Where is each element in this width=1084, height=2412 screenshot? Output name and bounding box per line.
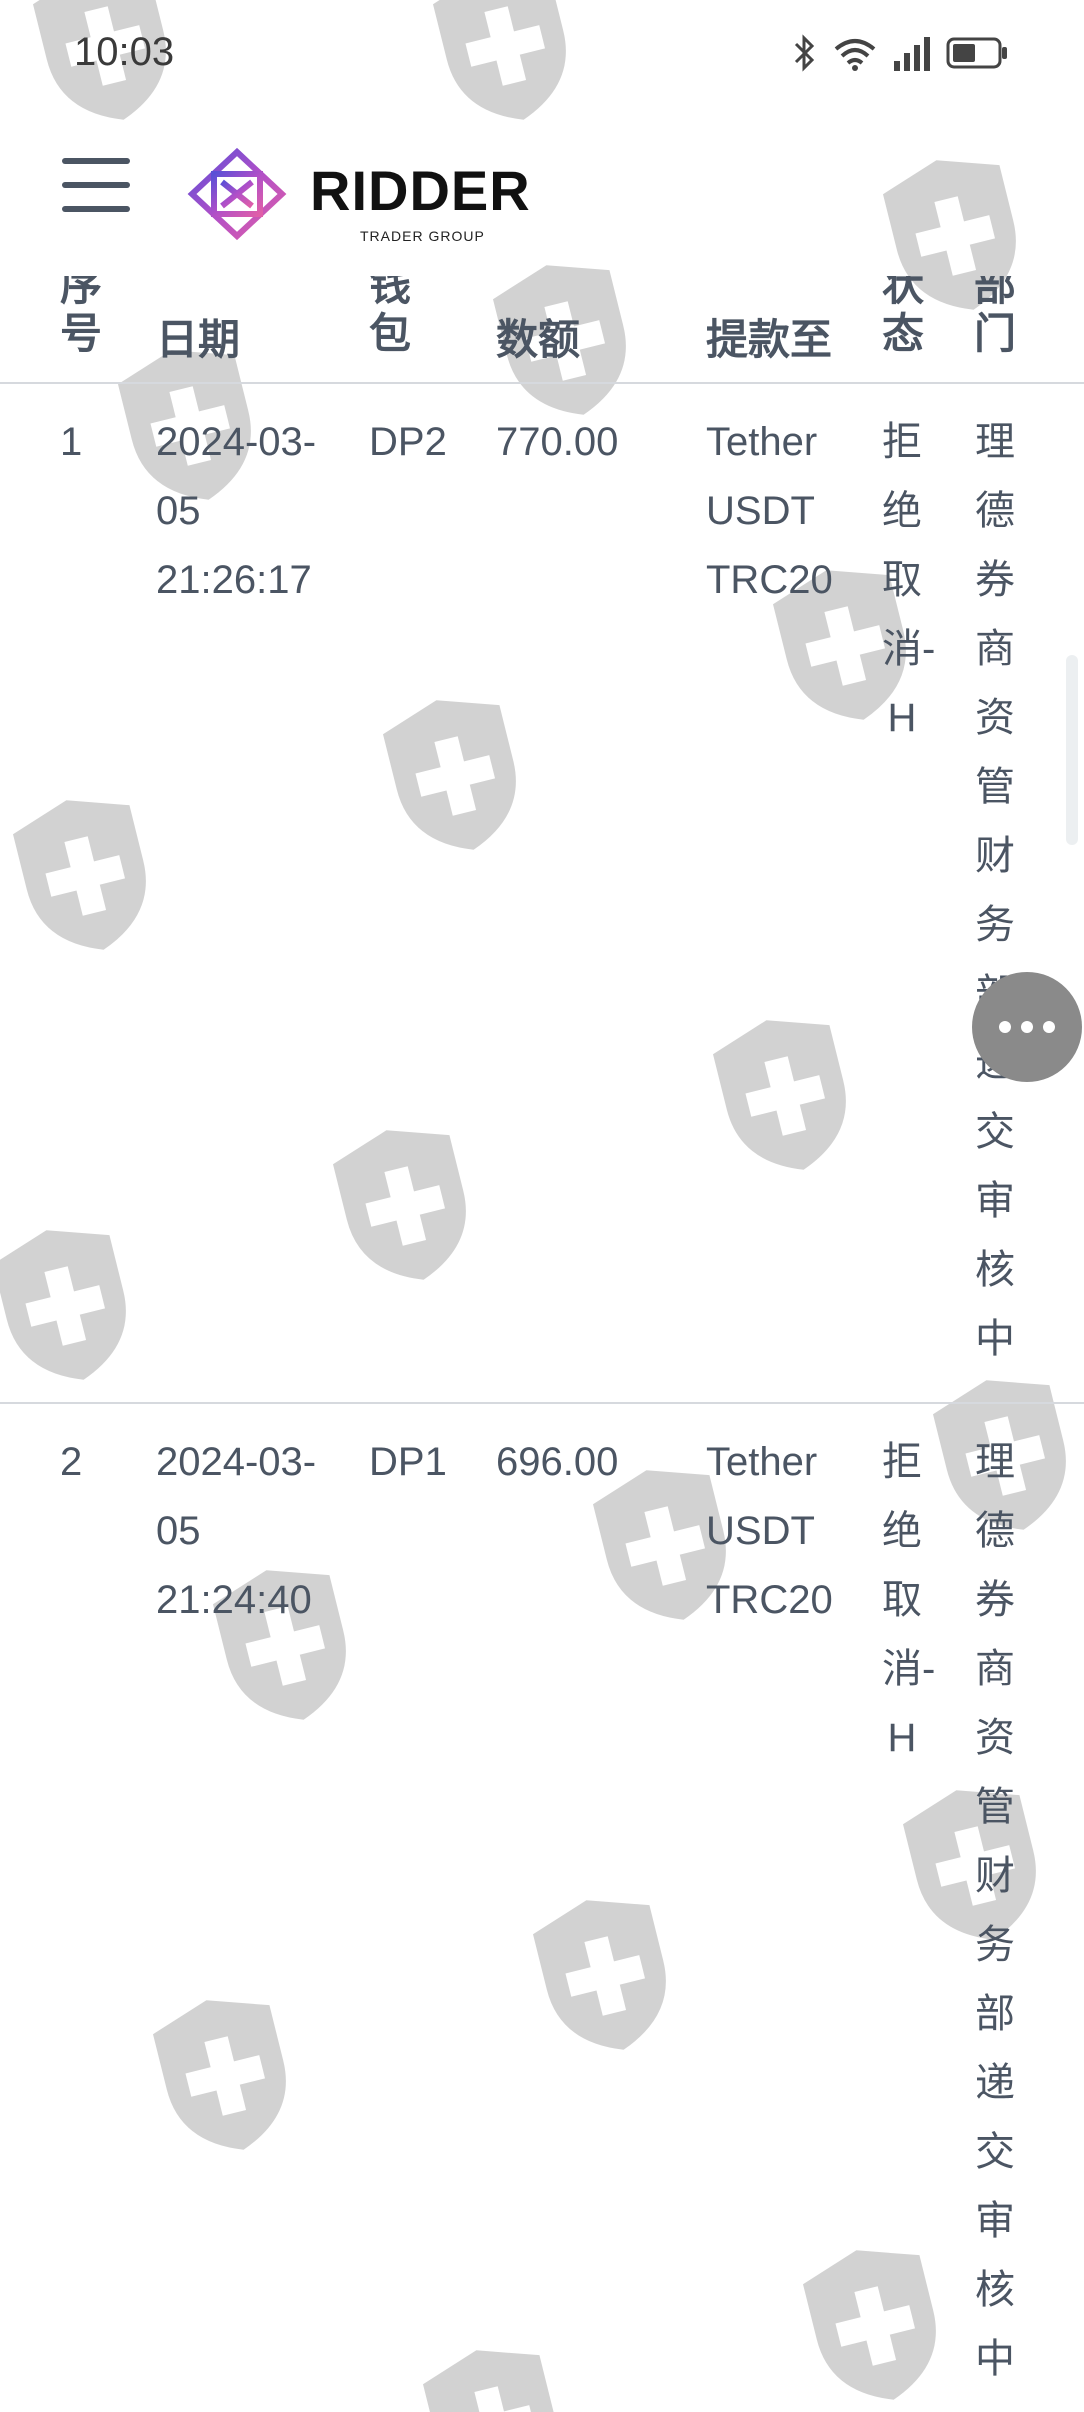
brand-tagline: TRADER GROUP	[360, 228, 485, 244]
header-amount: 数额	[496, 316, 581, 363]
cellular-signal-icon	[894, 37, 930, 71]
bluetooth-icon	[794, 34, 815, 72]
table-row[interactable]: 2 2024-03-05 21:24:40 DP1 696.00 Tether …	[0, 1404, 1084, 2412]
wifi-icon	[834, 39, 876, 71]
app-screen: 10:03 RIDDER TRADER GROUP 序号 日期 钱包 数额 提款…	[0, 0, 1084, 2412]
cell-withdraw-to: Tether USDT TRC20	[706, 420, 833, 602]
cell-wallet: DP1	[369, 1440, 447, 1484]
app-header: RIDDER TRADER GROUP	[0, 130, 1084, 260]
cell-date: 2024-03-05 21:24:40	[156, 1440, 317, 1622]
header-wallet: 钱包	[369, 276, 411, 357]
cell-date: 2024-03-05 21:26:17	[156, 420, 317, 602]
status-icons	[792, 34, 1008, 72]
cell-amount: 696.00	[496, 1440, 619, 1484]
hamburger-menu-icon[interactable]	[62, 154, 130, 216]
cell-withdraw-to: Tether USDT TRC20	[706, 1440, 833, 1622]
scrollbar[interactable]	[1066, 655, 1078, 845]
ridder-logo-mark-icon	[187, 147, 287, 241]
header-status: 状态	[882, 276, 924, 357]
cell-index: 2	[60, 1440, 83, 1484]
header-index: 序号	[60, 276, 102, 357]
battery-icon	[946, 37, 1007, 69]
cell-amount: 770.00	[496, 420, 619, 464]
brand-logo[interactable]: RIDDER TRADER GROUP	[182, 144, 542, 244]
cell-department: 理德券商资管财务部递交审核中	[975, 420, 1015, 1361]
table-header: 序号 日期 钱包 数额 提款至 状态 部门	[0, 270, 1084, 384]
brand-name: RIDDER	[310, 159, 531, 222]
more-horizontal-icon[interactable]	[972, 972, 1082, 1082]
header-department: 部门	[974, 276, 1016, 357]
cell-department: 理德券商资管财务部递交审核中	[975, 1440, 1015, 2381]
status-bar: 10:03	[0, 0, 1084, 110]
cell-status: 拒绝取消-H	[882, 420, 936, 740]
cell-status: 拒绝取消-H	[882, 1440, 936, 1760]
status-time: 10:03	[74, 30, 175, 74]
header-date: 日期	[156, 316, 241, 363]
header-withdraw-to: 提款至	[706, 316, 833, 363]
cell-wallet: DP2	[369, 420, 447, 464]
cell-index: 1	[60, 420, 83, 464]
table-row[interactable]: 1 2024-03-05 21:26:17 DP2 770.00 Tether …	[0, 384, 1084, 1404]
